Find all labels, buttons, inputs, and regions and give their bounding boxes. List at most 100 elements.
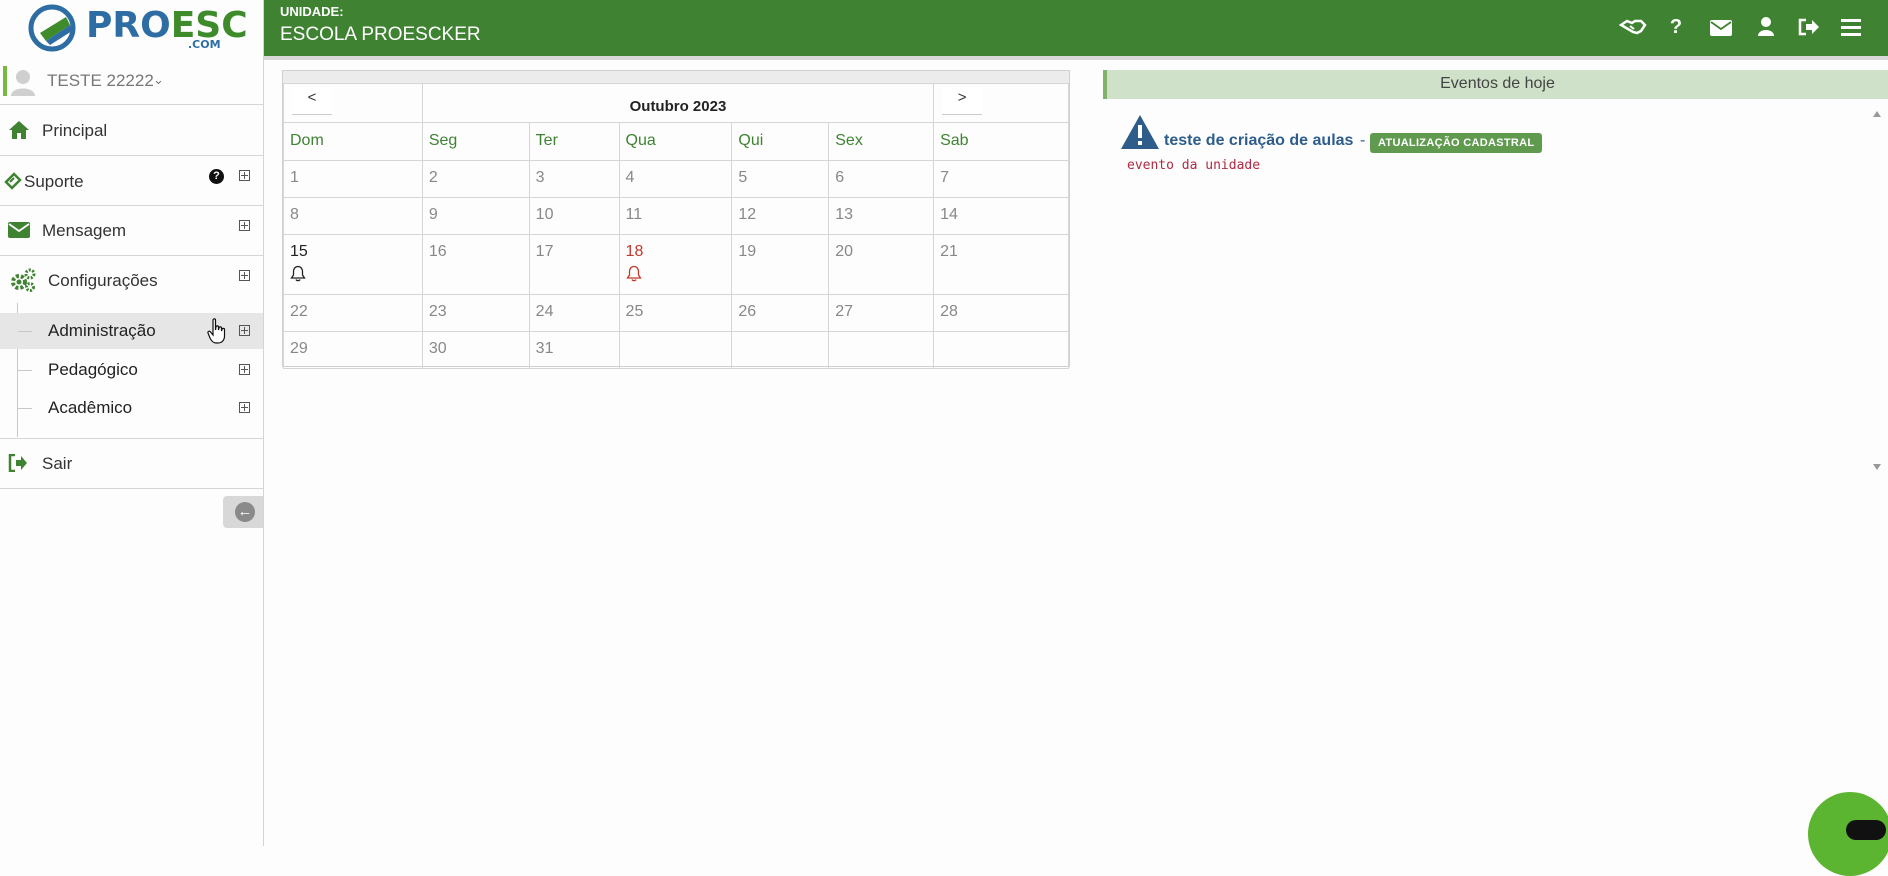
day-cell[interactable]: 28: [933, 294, 1069, 332]
day-cell[interactable]: 4: [618, 160, 733, 198]
calendar-top-strip: [283, 71, 1069, 83]
help-circle-icon[interactable]: ?: [209, 169, 224, 184]
month-title: Outubro 2023: [421, 83, 935, 123]
day-cell[interactable]: 6: [828, 160, 935, 198]
day-cell[interactable]: 27: [828, 294, 935, 332]
expand-icon[interactable]: [239, 270, 250, 281]
day-cell[interactable]: 2: [421, 160, 530, 198]
prev-cell: <: [283, 83, 423, 123]
day-cell[interactable]: 19: [731, 234, 830, 295]
user-accent-bar: [3, 66, 7, 96]
day-cell[interactable]: 26: [731, 294, 830, 332]
event-separator: -: [1360, 132, 1366, 149]
cogs-icon: [11, 268, 36, 292]
calendar: < Outubro 2023 > Dom Seg Ter Qua Qui Sex…: [282, 70, 1070, 369]
sidebar-item-configuracoes[interactable]: Configurações: [0, 256, 263, 306]
arrow-left-icon: ←: [235, 502, 255, 522]
user-name: TESTE 22222: [47, 71, 154, 90]
expand-icon[interactable]: [239, 170, 250, 181]
sidebar-subitem-academico[interactable]: Acadêmico: [0, 390, 263, 426]
day-cell[interactable]: 24: [528, 294, 620, 332]
sidebar-item-sair[interactable]: Sair: [0, 438, 263, 489]
day-cell[interactable]: 17: [528, 234, 620, 295]
chevron-down-icon[interactable]: ⌄: [153, 72, 164, 88]
expand-icon[interactable]: [239, 220, 250, 231]
expand-icon[interactable]: [239, 364, 250, 375]
day-cell-empty: [618, 331, 733, 369]
expand-icon[interactable]: [239, 402, 250, 413]
proesc-logo[interactable]: PROESC .COM: [0, 0, 263, 56]
top-bar: UNIDADE: ESCOLA PROESCKER ?: [264, 0, 1888, 56]
day-cell[interactable]: 8: [283, 197, 423, 235]
hand-cursor-icon: [207, 318, 226, 344]
user-icon[interactable]: [1752, 13, 1780, 41]
day-cell-event[interactable]: 18: [618, 234, 733, 295]
top-bar-shadow: [264, 56, 1888, 60]
envelope-icon[interactable]: [1707, 13, 1735, 41]
day-cell[interactable]: 25: [618, 294, 733, 332]
day-cell[interactable]: 12: [731, 197, 830, 235]
weekday-label: Qua: [618, 122, 733, 161]
event-title[interactable]: teste de criação de aulas: [1164, 132, 1353, 150]
chat-bubble-icon: [1846, 820, 1886, 840]
day-cell[interactable]: 22: [283, 294, 423, 332]
sidebar-subitem-pedagogico[interactable]: Pedagógico: [0, 352, 263, 388]
day-cell[interactable]: 7: [933, 160, 1069, 198]
weekday-label: Dom: [283, 122, 423, 161]
tree-branch: [18, 370, 32, 371]
envelope-icon: [8, 222, 30, 238]
day-cell[interactable]: 23: [421, 294, 530, 332]
bell-icon[interactable]: [290, 265, 306, 282]
chat-button[interactable]: [1808, 792, 1888, 876]
calendar-grid: < Outubro 2023 > Dom Seg Ter Qua Qui Sex…: [283, 83, 1069, 369]
handshake-icon[interactable]: [1618, 13, 1647, 41]
sidebar-item-principal[interactable]: Principal: [0, 106, 263, 156]
day-cell[interactable]: 31: [528, 331, 620, 369]
help-icon[interactable]: ?: [1662, 13, 1690, 41]
day-cell[interactable]: 20: [828, 234, 935, 295]
sidebar-subitem-label: Administração: [48, 321, 156, 340]
day-cell[interactable]: 30: [421, 331, 530, 369]
sidebar-item-label: Suporte: [24, 172, 84, 191]
day-cell-empty: [933, 331, 1069, 369]
scroll-up-arrow-icon[interactable]: [1873, 111, 1881, 117]
sidebar-item-suporte[interactable]: Suporte: [0, 156, 263, 206]
day-cell[interactable]: 3: [528, 160, 620, 198]
avatar-icon: [11, 70, 35, 96]
next-cell: >: [933, 83, 1069, 123]
warning-icon: [1121, 115, 1159, 149]
expand-icon[interactable]: [239, 325, 250, 336]
day-cell[interactable]: 21: [933, 234, 1069, 295]
collapse-sidebar-button[interactable]: ←: [223, 496, 263, 528]
next-month-button[interactable]: >: [942, 88, 983, 115]
prev-month-button[interactable]: <: [292, 88, 332, 115]
event-description: evento da unidade: [1127, 158, 1261, 173]
bell-icon[interactable]: [625, 265, 642, 282]
weekday-label: Sex: [828, 122, 935, 161]
day-cell[interactable]: 14: [933, 197, 1069, 235]
sidebar-subitem-label: Pedagógico: [48, 360, 138, 379]
day-cell[interactable]: 29: [283, 331, 423, 369]
day-cell[interactable]: 9: [421, 197, 530, 235]
day-cell-empty: [731, 331, 830, 369]
day-cell[interactable]: 16: [421, 234, 530, 295]
event-item[interactable]: teste de criação de aulas - ATUALIZAÇÃO …: [1120, 114, 1820, 174]
menu-icon[interactable]: [1837, 13, 1865, 41]
tree-branch: [18, 408, 32, 409]
weekday-label: Qui: [731, 122, 830, 161]
day-cell[interactable]: 13: [828, 197, 935, 235]
events-panel-header: Eventos de hoje: [1103, 70, 1888, 99]
user-menu[interactable]: TESTE 22222 ⌄: [0, 62, 263, 105]
day-cell[interactable]: 11: [618, 197, 733, 235]
day-cell[interactable]: 1: [283, 160, 423, 198]
scroll-down-arrow-icon[interactable]: [1873, 464, 1881, 470]
day-cell-today[interactable]: 15: [283, 234, 423, 295]
tree-branch: [18, 331, 32, 332]
day-cell[interactable]: 5: [731, 160, 830, 198]
logout-icon[interactable]: [1795, 13, 1823, 41]
sign-out-icon: [8, 454, 27, 472]
sidebar-item-label: Sair: [42, 454, 73, 473]
day-cell[interactable]: 10: [528, 197, 620, 235]
sidebar-item-mensagem[interactable]: Mensagem: [0, 206, 263, 256]
events-panel-title: Eventos de hoje: [1440, 75, 1555, 92]
